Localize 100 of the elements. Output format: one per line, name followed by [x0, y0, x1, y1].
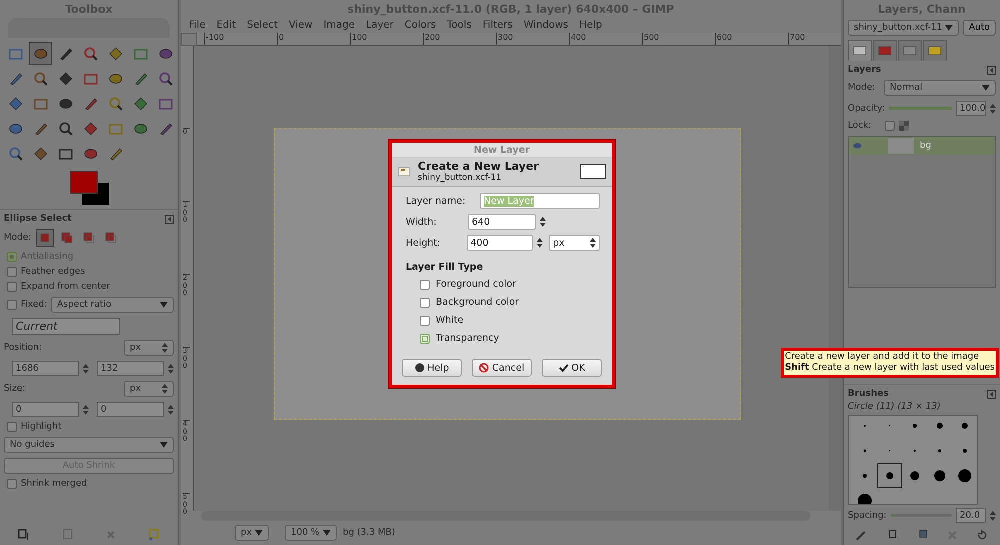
- caret-icon: [982, 85, 990, 91]
- spacing-slider-fill[interactable]: [890, 514, 894, 517]
- cancel-icon: [479, 363, 490, 373]
- brush-grid-drawing[interactable]: [848, 415, 978, 505]
- field-label: Width:: [406, 216, 438, 228]
- dock-tab[interactable]: [873, 40, 897, 61]
- color-swatches-drawing[interactable]: [70, 171, 110, 206]
- field-label: Opacity:: [848, 104, 885, 114]
- tool-icon: [108, 96, 124, 112]
- tool-icon: [132, 96, 148, 112]
- help-icon: [414, 363, 425, 373]
- checkbox[interactable]: [885, 121, 895, 131]
- checkbox[interactable]: [7, 422, 17, 432]
- unit-dropdown[interactable]: px: [124, 340, 174, 356]
- zoom-dropdown[interactable]: 100 %: [285, 525, 337, 541]
- checkbox[interactable]: [7, 479, 17, 489]
- layer-row[interactable]: bg: [849, 137, 995, 155]
- menu-item[interactable]: Colors: [404, 20, 436, 31]
- tool-icon: [8, 146, 24, 162]
- new-brush-icon[interactable]: [886, 530, 898, 541]
- caret-icon: [160, 302, 168, 308]
- field-label: Lock:: [848, 121, 873, 131]
- dock-tab[interactable]: [848, 40, 872, 61]
- selection-mode-icon: [60, 232, 73, 244]
- checkbox[interactable]: [7, 300, 17, 310]
- checker-icon[interactable]: [899, 121, 909, 131]
- help-button[interactable]: Help: [402, 359, 462, 377]
- tab-icon: [928, 45, 942, 57]
- image-dropdown[interactable]: shiny_button.xcf-11: [848, 20, 960, 36]
- section-heading: Layer Fill Type: [406, 262, 484, 273]
- option-label: Expand from center: [21, 282, 110, 292]
- position-x-field[interactable]: 1686: [12, 361, 80, 376]
- guides-dropdown[interactable]: No guides: [4, 437, 174, 453]
- quick-mask-corner[interactable]: [181, 33, 197, 46]
- spacing-field[interactable]: 20.0: [956, 508, 986, 523]
- dock-tab[interactable]: [898, 40, 922, 61]
- panel-menu-icon[interactable]: [165, 214, 174, 224]
- height-field[interactable]: 400: [466, 235, 534, 251]
- tool-icon: [32, 70, 48, 86]
- spin-arrows-icon[interactable]: [590, 237, 596, 249]
- radio-button[interactable]: [420, 316, 430, 326]
- checkbox[interactable]: [7, 252, 17, 262]
- ok-button[interactable]: OK: [542, 359, 602, 377]
- menu-item[interactable]: Layer: [366, 20, 394, 31]
- layer-thumbnail: [888, 138, 914, 154]
- spin-arrows-icon[interactable]: [540, 216, 546, 228]
- panel-heading: Layers: [848, 65, 882, 75]
- checkbox[interactable]: [7, 282, 17, 292]
- menu-item[interactable]: View: [288, 20, 313, 31]
- mode-button[interactable]: [36, 229, 54, 247]
- opacity-field[interactable]: 100.0: [956, 101, 986, 116]
- menu-item[interactable]: Tools: [447, 20, 472, 31]
- spin-arrows-icon[interactable]: [537, 237, 544, 249]
- aspect-dropdown[interactable]: Aspect ratio: [51, 297, 174, 313]
- caret-icon: [160, 442, 168, 448]
- menu-item[interactable]: Edit: [216, 20, 236, 31]
- checkbox[interactable]: [7, 267, 17, 277]
- unit-dropdown[interactable]: px: [124, 381, 174, 397]
- radio-button[interactable]: [420, 298, 430, 308]
- field-label: Position:: [4, 343, 42, 353]
- layer-preview: [580, 164, 606, 179]
- unit-dropdown[interactable]: px: [235, 525, 269, 541]
- panel-heading: Brushes: [848, 389, 889, 399]
- menu-item[interactable]: Filters: [482, 20, 513, 31]
- unit-dropdown[interactable]: px: [549, 235, 600, 251]
- radio-button[interactable]: [420, 334, 430, 344]
- tool-button[interactable]: [29, 42, 52, 65]
- panel-menu-icon[interactable]: [987, 390, 996, 398]
- dock-tab[interactable]: [923, 40, 947, 61]
- option-label: Shrink merged: [21, 479, 88, 489]
- pencil-icon[interactable]: [856, 530, 867, 541]
- duplicate-icon[interactable]: [917, 530, 928, 541]
- position-y-field[interactable]: 132: [97, 361, 164, 376]
- menu-item[interactable]: Image: [324, 20, 356, 31]
- refresh-icon[interactable]: [977, 530, 988, 541]
- opacity-slider-fill[interactable]: [889, 107, 952, 110]
- caret-icon: [323, 530, 331, 536]
- auto-button[interactable]: Auto: [963, 20, 996, 36]
- ruler-label: 600: [715, 33, 732, 45]
- size-width-field[interactable]: 0: [12, 402, 80, 417]
- selection-mode-icon: [38, 232, 51, 244]
- ruler-label: 700: [788, 33, 806, 45]
- panel-menu-icon[interactable]: [987, 66, 996, 74]
- option-label: White: [436, 315, 464, 326]
- image-name: shiny_button.xcf-11: [418, 173, 503, 183]
- width-field[interactable]: 640: [468, 214, 536, 230]
- save-options-icon[interactable]: [18, 529, 30, 541]
- ruler-label: 500: [642, 33, 660, 45]
- radio-button[interactable]: [420, 280, 430, 290]
- menu-item[interactable]: File: [189, 20, 206, 31]
- menu-item[interactable]: Select: [247, 20, 278, 31]
- option-label: Transparency: [436, 333, 500, 344]
- mode-dropdown[interactable]: Normal: [884, 80, 996, 96]
- option-label: Highlight: [21, 422, 62, 432]
- cancel-button[interactable]: Cancel: [472, 359, 532, 377]
- eye-icon[interactable]: [853, 143, 862, 149]
- size-height-field[interactable]: 0: [97, 402, 164, 417]
- preset-field[interactable]: Current: [12, 318, 120, 335]
- menu-item[interactable]: Windows: [524, 20, 569, 31]
- menu-item[interactable]: Help: [580, 20, 602, 31]
